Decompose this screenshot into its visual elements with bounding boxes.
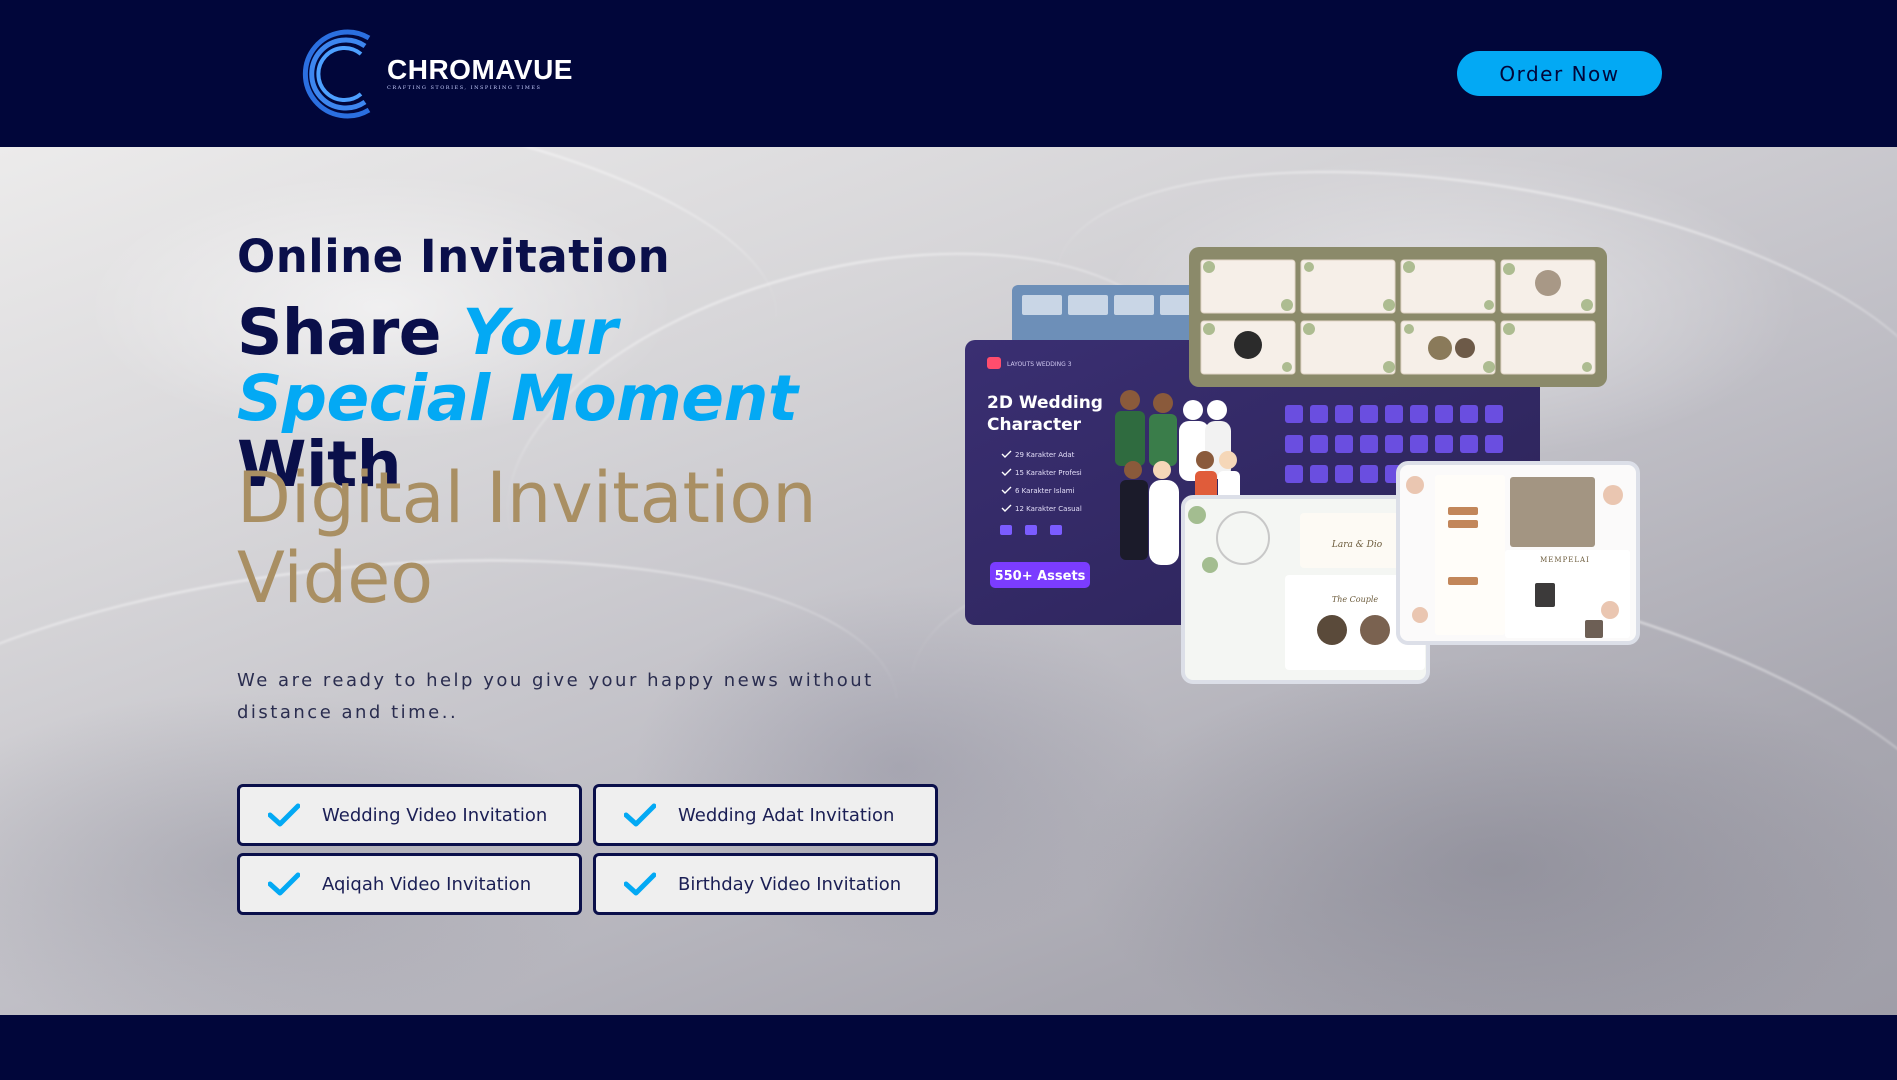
hero-gold-title: Digital Invitation Video [237,457,817,619]
check-icon [624,872,656,896]
mockup-card-mempelai: MEMPELAI [1540,556,1590,564]
mockup-title-2: Character [987,415,1082,435]
feature-label: Wedding Adat Invitation [678,804,895,826]
feature-birthday-video[interactable]: Birthday Video Invitation [593,853,938,915]
feature-wedding-video[interactable]: Wedding Video Invitation [237,784,582,846]
mockup-brand: LAYOUTS WEDDING 3 [1007,361,1072,368]
mockup-list-item: 12 Karakter Casual [1015,505,1082,513]
logo-tagline: CRAFTING STORIES, INSPIRING TIMES [387,85,542,91]
check-icon [268,872,300,896]
mockup-list-item: 6 Karakter Islami [1015,487,1075,495]
logo[interactable]: CHROMAVUE CRAFTING STORIES, INSPIRING TI… [295,28,572,120]
site-header: CHROMAVUE CRAFTING STORIES, INSPIRING TI… [0,0,1897,147]
feature-label: Wedding Video Invitation [322,804,548,826]
order-now-button[interactable]: Order Now [1457,51,1662,96]
mockup-list-item: 15 Karakter Profesi [1015,469,1082,477]
mockup-illustration: LAYOUTS WEDDING 3 2D Wedding Character 2… [965,247,1640,684]
mockup-card-couple: The Couple [1332,595,1379,604]
assets-badge: 550+ Assets [995,569,1086,584]
mockup-list-item: 29 Karakter Adat [1015,451,1075,459]
footer-band [0,1015,1897,1080]
check-icon [624,803,656,827]
mockup-card-name: Lara & Dio [1331,540,1383,550]
feature-wedding-adat[interactable]: Wedding Adat Invitation [593,784,938,846]
feature-label: Birthday Video Invitation [678,873,902,895]
mockup-title-1: 2D Wedding [987,393,1103,413]
check-icon [268,803,300,827]
logo-c-icon [302,29,371,119]
logo-wordmark: CHROMAVUE [387,54,573,85]
product-mockup-collage: LAYOUTS WEDDING 3 2D Wedding Character 2… [965,245,1645,685]
headline-part1: Share [237,296,463,369]
brand-heart-icon [987,357,1001,369]
feature-aqiqah-video[interactable]: Aqiqah Video Invitation [237,853,582,915]
feature-label: Aqiqah Video Invitation [322,873,532,895]
hero-pretitle: Online Invitation [237,230,671,283]
hero-description: We are ready to help you give your happy… [237,670,874,723]
